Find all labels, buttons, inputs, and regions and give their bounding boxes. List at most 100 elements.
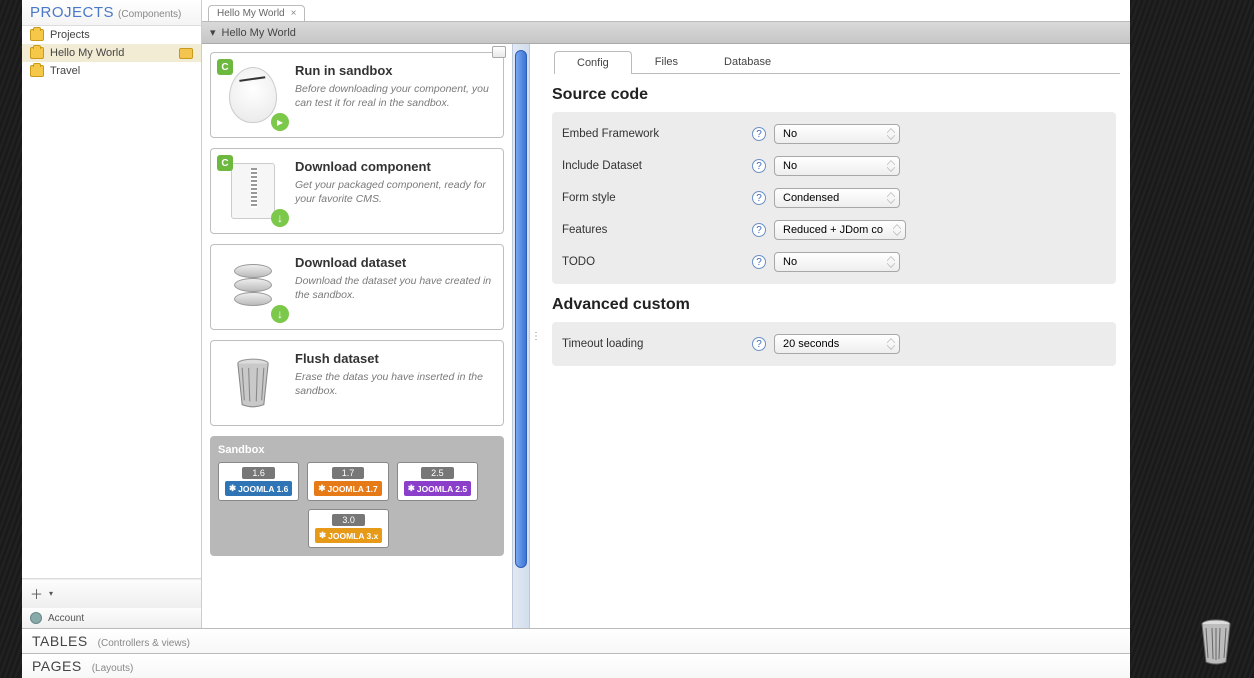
vertical-scrollbar[interactable] [512,44,530,628]
database-icon: ↓ [221,255,285,319]
trash-icon [221,351,285,415]
help-icon[interactable]: ? [752,255,766,269]
config-panel: Config Files Database Source code Embed … [542,44,1130,628]
config-tabs: Config Files Database [554,50,1120,74]
chevron-down-icon: ▾ [210,26,216,39]
action-title: Flush dataset [295,351,493,366]
field-label: Timeout loading [562,338,752,350]
egg-icon: C▸ [221,63,285,127]
tab-database[interactable]: Database [701,50,794,73]
sidebar-item-projects[interactable]: Projects [22,26,201,44]
row-todo: TODO ? No [560,246,1108,278]
tab-files[interactable]: Files [632,50,701,73]
section-heading-advanced-custom: Advanced custom [552,296,1116,314]
form-style-select[interactable]: Condensed [774,188,900,208]
help-icon[interactable]: ? [752,337,766,351]
field-label: Include Dataset [562,160,752,172]
box-icon [30,65,44,77]
row-features: Features ? Reduced + JDom co [560,214,1108,246]
close-icon[interactable]: × [291,8,297,19]
user-icon [30,612,42,624]
tab-config[interactable]: Config [554,51,632,74]
field-label: Embed Framework [562,128,752,140]
sandbox-version-30[interactable]: 3.0 ✱ JOOMLA 3.x [308,509,389,548]
sidebar-item-label: Projects [50,29,90,41]
action-download-component[interactable]: C↓ Download component Get your packaged … [210,148,504,234]
account-label: Account [48,613,84,624]
include-dataset-select[interactable]: No [774,156,900,176]
sidebar-title: PROJECTS [30,4,114,21]
sidebar-list: Projects Hello My World Travel [22,26,201,578]
version-badge: 1.7 [332,467,365,479]
actions-panel: C▸ Run in sandbox Before downloading you… [202,44,512,628]
help-icon[interactable]: ? [752,159,766,173]
box-icon [30,47,44,59]
sandbox-version-25[interactable]: 2.5 ✱ JOOMLA 2.5 [397,462,478,501]
section-subtitle: (Controllers & views) [98,638,190,649]
folder-icon [179,48,193,59]
box-icon [30,29,44,41]
section-subtitle: (Layouts) [92,663,134,674]
row-include-dataset: Include Dataset ? No [560,150,1108,182]
config-body: Source code Embed Framework ? No Include… [548,74,1120,384]
action-flush-dataset[interactable]: Flush dataset Erase the datas you have i… [210,340,504,426]
sidebar-footer: ＋ ▾ Account [22,578,201,628]
help-icon[interactable]: ? [752,127,766,141]
plus-icon: ＋ [30,584,43,603]
joomla-badge: ✱ JOOMLA 2.5 [404,481,471,496]
dropdown-caret-icon: ▾ [49,589,53,598]
embed-framework-select[interactable]: No [774,124,900,144]
section-title: TABLES [32,633,88,649]
action-title: Download component [295,159,493,174]
version-badge: 1.6 [242,467,275,479]
sidebar-header-projects[interactable]: PROJECTS (Components) [22,0,201,26]
joomla-badge: ✱ JOOMLA 3.x [315,528,382,543]
sidebar-item-hello-my-world[interactable]: Hello My World [22,44,201,62]
document-tab-label: Hello My World [217,8,285,19]
joomla-badge: ✱ JOOMLA 1.6 [225,481,292,496]
trash-bin-icon[interactable] [1196,618,1236,666]
action-desc: Before downloading your component, you c… [295,82,493,110]
joomla-badge: ✱ JOOMLA 1.7 [314,481,381,496]
action-title: Run in sandbox [295,63,493,78]
action-desc: Get your packaged component, ready for y… [295,178,493,206]
sidebar-item-label: Travel [50,65,80,77]
account-link[interactable]: Account [22,607,201,628]
row-embed-framework: Embed Framework ? No [560,118,1108,150]
collapse-toggle[interactable] [492,46,506,58]
action-desc: Erase the datas you have inserted in the… [295,370,493,398]
section-tables[interactable]: TABLES (Controllers & views) [22,628,1130,653]
sandbox-section: Sandbox 1.6 ✱ JOOMLA 1.6 1.7 ✱ JOOMLA 1.… [210,436,504,556]
config-group-advanced: Timeout loading ? 20 seconds [552,322,1116,366]
breadcrumb-label: Hello My World [222,27,296,39]
action-desc: Download the dataset you have created in… [295,274,493,302]
todo-select[interactable]: No [774,252,900,272]
help-icon[interactable]: ? [752,191,766,205]
breadcrumb[interactable]: ▾ Hello My World [202,22,1130,44]
zip-icon: C↓ [221,159,285,223]
document-tab[interactable]: Hello My World × [208,5,305,21]
features-select[interactable]: Reduced + JDom co [774,220,906,240]
scrollbar-thumb[interactable] [515,50,527,568]
version-badge: 2.5 [421,467,454,479]
sidebar-subtitle: (Components) [118,9,181,20]
splitter-handle[interactable]: ⋮ [530,44,542,628]
config-group-source-code: Embed Framework ? No Include Dataset ? N… [552,112,1116,284]
sidebar-item-travel[interactable]: Travel [22,62,201,80]
section-title: PAGES [32,658,82,674]
timeout-loading-select[interactable]: 20 seconds [774,334,900,354]
help-icon[interactable]: ? [752,223,766,237]
version-badge: 3.0 [332,514,365,526]
sandbox-title: Sandbox [218,444,496,456]
main-area: Hello My World × ▾ Hello My World C▸ [202,0,1130,628]
field-label: Features [562,224,752,236]
document-tabbar: Hello My World × [202,0,1130,22]
action-title: Download dataset [295,255,493,270]
add-project-button[interactable]: ＋ ▾ [22,579,201,607]
section-pages[interactable]: PAGES (Layouts) [22,653,1130,678]
action-run-sandbox[interactable]: C▸ Run in sandbox Before downloading you… [210,52,504,138]
sandbox-version-16[interactable]: 1.6 ✱ JOOMLA 1.6 [218,462,299,501]
action-download-dataset[interactable]: ↓ Download dataset Download the dataset … [210,244,504,330]
sidebar-item-label: Hello My World [50,47,124,59]
sandbox-version-17[interactable]: 1.7 ✱ JOOMLA 1.7 [307,462,388,501]
